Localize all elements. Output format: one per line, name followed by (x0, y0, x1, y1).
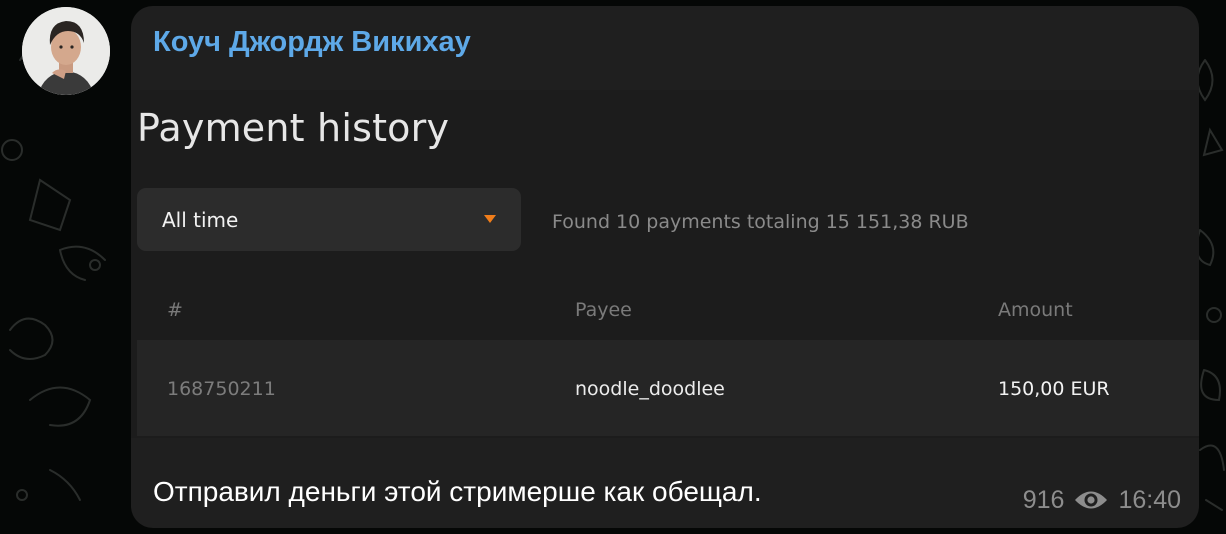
column-header-amount: Amount (998, 299, 1073, 321)
payment-amount: 150,00 EUR (998, 378, 1110, 400)
page-title: Payment history (137, 106, 450, 150)
views-count: 916 (1022, 485, 1065, 514)
message-meta: 916 16:40 (1023, 483, 1181, 517)
payment-payee: noodle_doodlee (575, 378, 725, 400)
column-header-payee: Payee (575, 299, 632, 321)
payment-id: 168750211 (167, 378, 276, 400)
avatar[interactable] (22, 7, 110, 95)
column-header-number: # (167, 299, 183, 321)
message-time: 16:40 (1118, 485, 1181, 514)
sender-name[interactable]: Коуч Джордж Викихау (153, 26, 471, 59)
period-dropdown-value: All time (162, 208, 239, 232)
eye-icon (1075, 491, 1108, 509)
payments-summary: Found 10 payments totaling 15 151,38 RUB (552, 211, 969, 233)
table-row[interactable]: 168750211 noodle_doodlee 150,00 EUR (137, 340, 1199, 436)
message-bubble[interactable]: Коуч Джордж Викихау Payment history All … (131, 6, 1199, 528)
person-portrait-icon (22, 7, 110, 95)
payment-screenshot[interactable]: Payment history All time Found 10 paymen… (131, 90, 1199, 438)
period-dropdown[interactable]: All time (137, 188, 521, 251)
message-text: Отправил деньги этой стримерше как обеща… (153, 476, 762, 507)
dropdown-caret-icon (484, 215, 496, 223)
